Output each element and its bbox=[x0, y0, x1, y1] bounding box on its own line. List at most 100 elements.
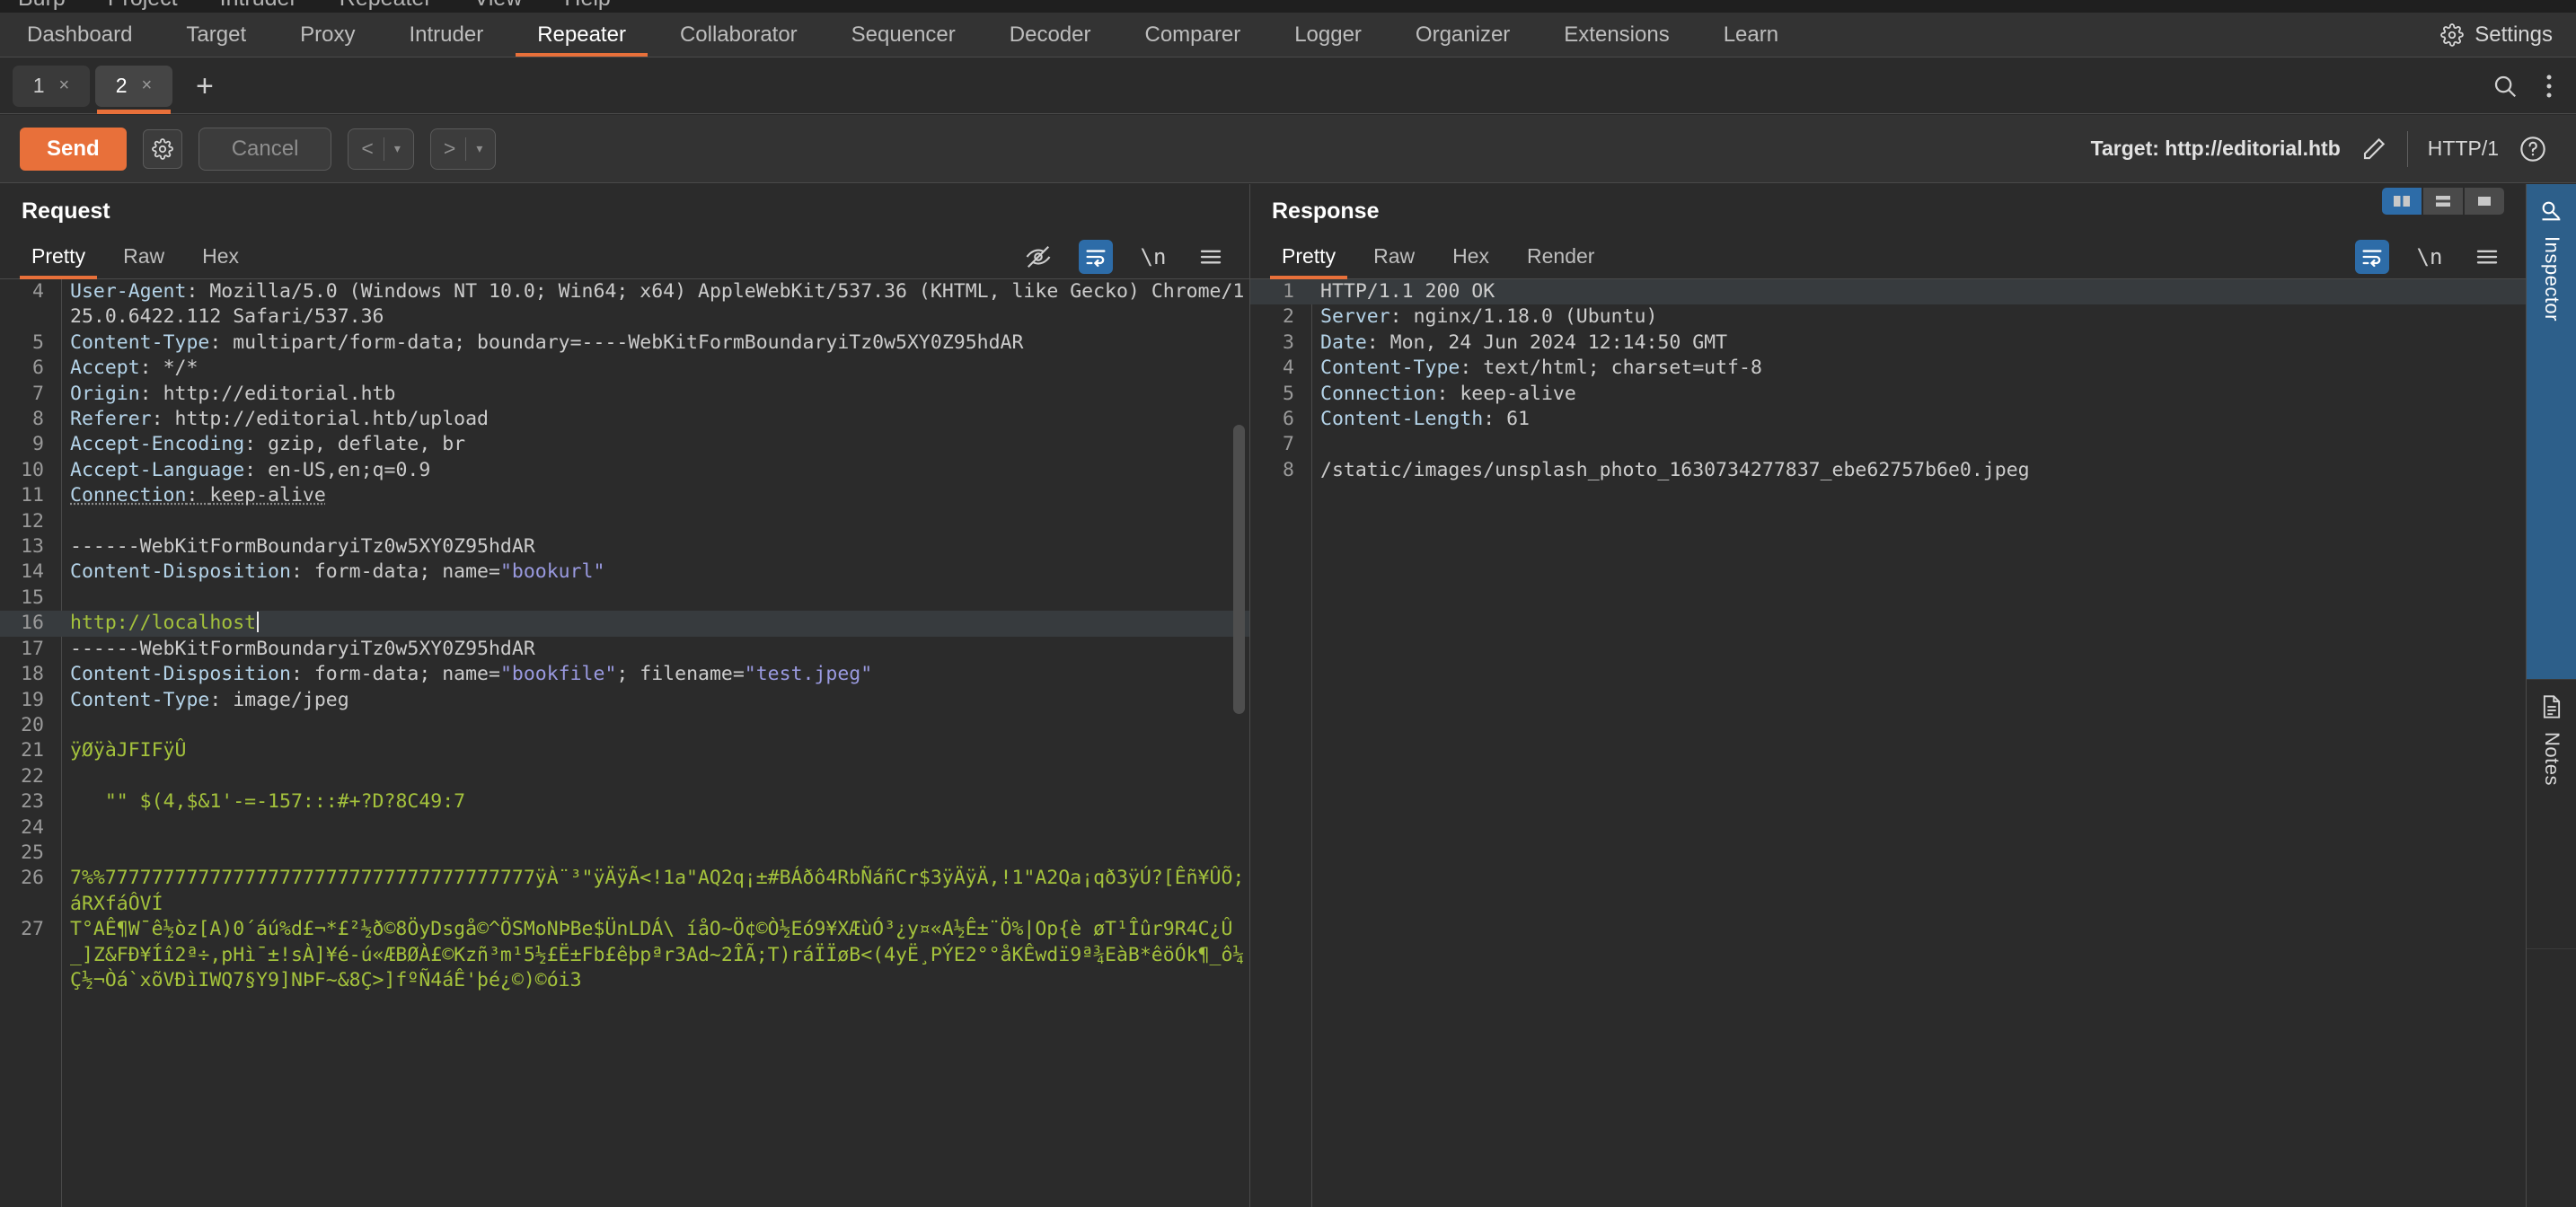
response-tab-pretty[interactable]: Pretty bbox=[1263, 234, 1354, 279]
editor-line[interactable]: 16http://localhost bbox=[0, 611, 1249, 636]
response-editor[interactable]: 1HTTP/1.1 200 OK2Server: nginx/1.18.0 (U… bbox=[1250, 279, 2526, 1207]
tab-logger[interactable]: Logger bbox=[1267, 13, 1389, 57]
text-segment: http://localhost bbox=[70, 612, 256, 634]
tab-target[interactable]: Target bbox=[159, 13, 273, 57]
editor-line[interactable]: 2Server: nginx/1.18.0 (Ubuntu) bbox=[1250, 304, 2526, 330]
repeater-tab-2[interactable]: 2× bbox=[95, 66, 172, 107]
text-segment: Origin bbox=[70, 383, 140, 405]
editor-line[interactable]: 8Referer: http://editorial.htb/upload bbox=[0, 407, 1249, 432]
newline-icon[interactable]: \n bbox=[2413, 240, 2447, 274]
editor-line[interactable]: 7 bbox=[1250, 432, 2526, 457]
editor-line[interactable]: 15 bbox=[0, 586, 1249, 611]
line-text: HTTP/1.1 200 OK bbox=[1306, 279, 1495, 304]
editor-line[interactable]: 21ÿØÿàJFIFÿÛ bbox=[0, 738, 1249, 763]
word-wrap-icon[interactable] bbox=[2355, 240, 2389, 274]
tab-collaborator[interactable]: Collaborator bbox=[653, 13, 825, 57]
repeater-tab-1[interactable]: 1× bbox=[13, 66, 90, 107]
request-scrollbar-thumb[interactable] bbox=[1233, 425, 1245, 714]
tab-intruder[interactable]: Intruder bbox=[382, 13, 510, 57]
response-tab-hex[interactable]: Hex bbox=[1434, 234, 1508, 279]
editor-line[interactable]: 5Connection: keep-alive bbox=[1250, 382, 2526, 407]
editor-line[interactable]: 14Content-Disposition: form-data; name="… bbox=[0, 559, 1249, 585]
editor-line[interactable]: 18Content-Disposition: form-data; name="… bbox=[0, 662, 1249, 687]
prev-request-button[interactable]: < ▾ bbox=[348, 128, 413, 170]
pencil-icon[interactable] bbox=[2360, 136, 2387, 163]
text-cursor bbox=[257, 612, 259, 632]
menu-item-burp[interactable]: Burp bbox=[18, 0, 66, 7]
vertical-dots-icon[interactable] bbox=[2545, 73, 2553, 100]
editor-line[interactable]: 24 bbox=[0, 815, 1249, 841]
menu-item-project[interactable]: Project bbox=[108, 0, 178, 7]
split-horizontal-icon[interactable] bbox=[2423, 188, 2463, 215]
menu-item-view[interactable]: View bbox=[474, 0, 523, 7]
editor-line[interactable]: 20 bbox=[0, 713, 1249, 738]
editor-line[interactable]: 7Origin: http://editorial.htb bbox=[0, 382, 1249, 407]
cancel-button[interactable]: Cancel bbox=[198, 128, 332, 171]
chevron-down-icon[interactable]: ▾ bbox=[394, 141, 401, 156]
menu-icon[interactable] bbox=[1194, 240, 1228, 274]
editor-line[interactable]: 3Date: Mon, 24 Jun 2024 12:14:50 GMT bbox=[1250, 330, 2526, 356]
editor-line[interactable]: 6Content-Length: 61 bbox=[1250, 407, 2526, 432]
rail-item-notes[interactable]: Notes bbox=[2527, 680, 2576, 949]
menu-item-repeater[interactable]: Repeater bbox=[340, 0, 432, 7]
split-vertical-icon[interactable] bbox=[2382, 188, 2422, 215]
editor-line[interactable]: 12 bbox=[0, 509, 1249, 534]
editor-line[interactable]: 19Content-Type: image/jpeg bbox=[0, 688, 1249, 713]
line-text: Referer: http://editorial.htb/upload bbox=[56, 407, 489, 432]
editor-line[interactable]: 6Accept: */* bbox=[0, 356, 1249, 381]
line-text: Content-Length: 61 bbox=[1306, 407, 1530, 432]
tab-sequencer[interactable]: Sequencer bbox=[825, 13, 983, 57]
editor-line[interactable]: 23 "" $(4,$&1'-=-157:::#+?D?8C49:7 bbox=[0, 789, 1249, 815]
line-text: Content-Disposition: form-data; name="bo… bbox=[56, 662, 872, 687]
eye-off-icon[interactable] bbox=[1021, 240, 1055, 274]
request-tab-hex[interactable]: Hex bbox=[183, 234, 258, 279]
editor-line[interactable]: 4User-Agent: Mozilla/5.0 (Windows NT 10.… bbox=[0, 279, 1249, 330]
tab-organizer[interactable]: Organizer bbox=[1389, 13, 1537, 57]
editor-line[interactable]: 22 bbox=[0, 764, 1249, 789]
close-icon[interactable]: × bbox=[59, 75, 70, 96]
editor-line[interactable]: 25 bbox=[0, 841, 1249, 866]
close-icon[interactable]: × bbox=[142, 75, 153, 96]
rail-item-inspector[interactable]: Inspector bbox=[2527, 184, 2576, 680]
settings-button[interactable]: Settings bbox=[2440, 13, 2576, 57]
editor-line[interactable]: 4Content-Type: text/html; charset=utf-8 bbox=[1250, 356, 2526, 381]
send-button[interactable]: Send bbox=[20, 128, 127, 171]
http-version-label[interactable]: HTTP/1 bbox=[2428, 137, 2499, 161]
editor-line[interactable]: 27T°AÊ¶W¯ê½òz[A)0´áú%d£¬*£²½ð©8ÖyDsgå©^Ö… bbox=[0, 917, 1249, 993]
request-settings-button[interactable] bbox=[143, 129, 182, 169]
editor-line[interactable]: 9Accept-Encoding: gzip, deflate, br bbox=[0, 432, 1249, 457]
response-tab-raw[interactable]: Raw bbox=[1354, 234, 1434, 279]
newline-icon[interactable]: \n bbox=[1136, 240, 1170, 274]
search-icon[interactable] bbox=[2492, 73, 2519, 100]
request-tab-raw[interactable]: Raw bbox=[104, 234, 183, 279]
tab-comparer[interactable]: Comparer bbox=[1117, 13, 1267, 57]
tab-decoder[interactable]: Decoder bbox=[983, 13, 1118, 57]
menu-icon[interactable] bbox=[2470, 240, 2504, 274]
editor-line[interactable]: 10Accept-Language: en-US,en;q=0.9 bbox=[0, 458, 1249, 483]
next-request-button[interactable]: > ▾ bbox=[430, 128, 496, 170]
response-tab-render[interactable]: Render bbox=[1508, 234, 1613, 279]
editor-line[interactable]: 5Content-Type: multipart/form-data; boun… bbox=[0, 330, 1249, 356]
word-wrap-icon[interactable] bbox=[1079, 240, 1113, 274]
tab-learn[interactable]: Learn bbox=[1697, 13, 1805, 57]
add-tab-button[interactable]: + bbox=[178, 71, 232, 101]
single-pane-icon[interactable] bbox=[2465, 188, 2504, 215]
request-tab-pretty[interactable]: Pretty bbox=[13, 234, 104, 279]
menu-item-help[interactable]: Help bbox=[564, 0, 610, 7]
tab-extensions[interactable]: Extensions bbox=[1537, 13, 1696, 57]
editor-line[interactable]: 1HTTP/1.1 200 OK bbox=[1250, 279, 2526, 304]
request-editor[interactable]: 4User-Agent: Mozilla/5.0 (Windows NT 10.… bbox=[0, 279, 1249, 1207]
editor-line[interactable]: 17------WebKitFormBoundaryiTz0w5XY0Z95hd… bbox=[0, 637, 1249, 662]
line-text: Connection: keep-alive bbox=[1306, 382, 1576, 407]
repeater-tab-row: 1×2× + bbox=[0, 58, 2576, 114]
help-circle-icon[interactable] bbox=[2519, 135, 2547, 163]
chevron-down-icon[interactable]: ▾ bbox=[476, 141, 482, 156]
editor-line[interactable]: 8/static/images/unsplash_photo_163073427… bbox=[1250, 458, 2526, 483]
tab-proxy[interactable]: Proxy bbox=[273, 13, 382, 57]
tab-dashboard[interactable]: Dashboard bbox=[0, 13, 159, 57]
editor-line[interactable]: 267%%77777777777777777777777777777777777… bbox=[0, 866, 1249, 917]
tab-repeater[interactable]: Repeater bbox=[510, 13, 653, 57]
editor-line[interactable]: 11Connection: keep-alive bbox=[0, 483, 1249, 508]
menu-item-intruder[interactable]: Intruder bbox=[220, 0, 297, 7]
editor-line[interactable]: 13------WebKitFormBoundaryiTz0w5XY0Z95hd… bbox=[0, 534, 1249, 559]
